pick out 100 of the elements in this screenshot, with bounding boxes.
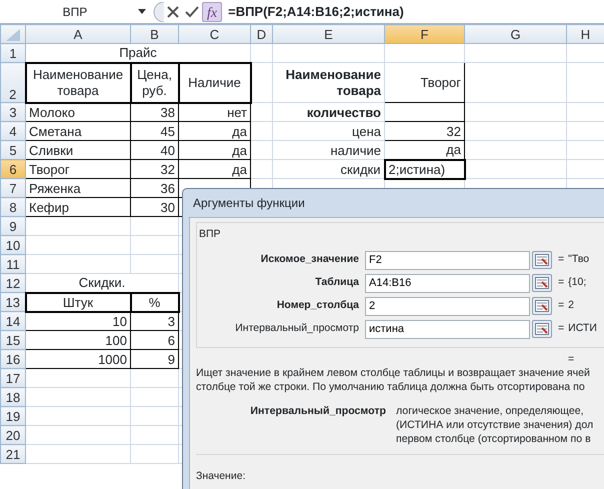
- cell-text: Кефир: [26, 198, 130, 216]
- row-header[interactable]: 14: [0, 312, 26, 330]
- row-header[interactable]: 6: [0, 160, 26, 178]
- argument-input[interactable]: истина: [365, 320, 530, 339]
- value-label: Значение:: [196, 468, 246, 484]
- corner-triangle-icon: [6, 29, 20, 42]
- cell-text: наличие: [272, 140, 384, 160]
- row-header[interactable]: 9: [0, 216, 26, 236]
- cell-range-icon: [535, 323, 549, 336]
- close-icon: [167, 6, 179, 18]
- collapse-dialog-button[interactable]: [532, 320, 552, 338]
- column-header[interactable]: F: [384, 24, 464, 44]
- cell-text: 45: [130, 122, 178, 140]
- formula-text: =ВПР(F2;A14:B16;2;истина): [227, 2, 404, 21]
- cell-text: Штук: [26, 292, 130, 312]
- cell-text: Молоко: [26, 102, 130, 122]
- dialog-title: Аргументы функции: [193, 195, 305, 212]
- cell-text: 2;истина): [384, 160, 464, 178]
- argument-label: Искомое_значение: [260, 252, 360, 268]
- cell-text: Творог: [384, 62, 464, 102]
- cell-text: 32: [384, 122, 464, 140]
- cell-range-icon: [535, 300, 549, 312]
- argument-input[interactable]: 2: [365, 296, 530, 316]
- argument-result: ИСТИ: [568, 321, 597, 336]
- function-description: Ищет значение в крайнем левом столбце таблицы и возвращает значение ячей столбце той же строки. По умолчанию таблица должна быть отсортирована по: [196, 366, 591, 394]
- row-header[interactable]: 21: [0, 444, 26, 464]
- name-box[interactable]: ВПР: [0, 0, 150, 22]
- row-header[interactable]: 16: [0, 350, 26, 368]
- column-header[interactable]: B: [130, 24, 178, 44]
- row-header[interactable]: 13: [0, 292, 26, 312]
- column-header[interactable]: H: [566, 24, 604, 44]
- argument-input[interactable]: A14:B16: [365, 274, 530, 293]
- checkmark-icon: [185, 6, 199, 18]
- cell-text: Цена, руб.: [130, 62, 178, 102]
- row-header[interactable]: 2: [0, 62, 26, 102]
- row-header[interactable]: 17: [0, 368, 26, 388]
- row-header[interactable]: 19: [0, 406, 26, 426]
- cell-text: 40: [130, 140, 178, 160]
- cell-text: да: [178, 122, 250, 140]
- cell-text: Наличие: [178, 62, 250, 102]
- dropdown-arrow-icon[interactable]: [138, 8, 146, 14]
- column-header[interactable]: D: [250, 24, 272, 44]
- argument-label: Номер_столбца: [276, 298, 360, 314]
- argument-result: 2: [568, 298, 574, 314]
- column-header[interactable]: C: [178, 24, 250, 44]
- equals-sign: =: [558, 275, 564, 290]
- cell-text: Сливки: [26, 140, 130, 160]
- cell-text: 36: [130, 178, 178, 198]
- cell-text: нет: [178, 102, 250, 122]
- insert-function-button[interactable]: fx: [202, 2, 222, 22]
- collapse-dialog-button[interactable]: [532, 251, 552, 270]
- row-header[interactable]: 5: [0, 140, 26, 160]
- row-header[interactable]: 11: [0, 254, 26, 274]
- cell-text: Наименование товара: [272, 62, 384, 102]
- row-header[interactable]: 12: [0, 274, 26, 292]
- equals-sign: =: [558, 252, 564, 268]
- argument-result: "Тво: [568, 252, 590, 268]
- collapse-dialog-button[interactable]: [532, 274, 552, 292]
- equals-sign: =: [568, 352, 574, 365]
- column-header[interactable]: G: [464, 24, 566, 44]
- row-header[interactable]: 3: [0, 102, 26, 122]
- cell-text: Творог: [26, 160, 130, 178]
- cell-text: 1000: [26, 350, 130, 368]
- argument-label: Таблица: [314, 275, 360, 290]
- cell-text: %: [130, 292, 178, 312]
- equals-sign: =: [558, 298, 564, 314]
- row-header[interactable]: 10: [0, 236, 26, 254]
- collapse-dialog-button[interactable]: [532, 297, 552, 316]
- column-header[interactable]: E: [272, 24, 384, 44]
- row-header[interactable]: 15: [0, 330, 26, 350]
- cell-text: 3: [130, 312, 178, 330]
- cell-text: цена: [272, 122, 384, 140]
- row-header[interactable]: 20: [0, 426, 26, 444]
- cell-text: 38: [130, 102, 178, 122]
- function-name: ВПР: [199, 227, 221, 242]
- cell-text: 100: [26, 330, 130, 350]
- row-header[interactable]: 1: [0, 44, 26, 62]
- row-header[interactable]: 4: [0, 122, 26, 140]
- cell-text: 30: [130, 198, 178, 216]
- cell-range-icon: [535, 277, 549, 290]
- row-header[interactable]: 7: [0, 178, 26, 198]
- argument-label: Интервальный_просмотр: [234, 321, 360, 336]
- argument-help-text: логическое значение, определяющее, (ИСТИНА или отсутствие значения) дол первом столбце (отсортированном по в: [396, 404, 594, 446]
- argument-input[interactable]: F2: [365, 250, 530, 270]
- cell-range-icon: [535, 254, 549, 266]
- cell-text: да: [178, 140, 250, 160]
- column-header[interactable]: A: [26, 24, 130, 44]
- cell-text: Ряженка: [26, 178, 130, 198]
- help-argument-name: Интервальный_просмотр: [249, 404, 387, 419]
- row-header[interactable]: 8: [0, 198, 26, 216]
- equals-sign: =: [558, 321, 564, 336]
- cell-text: 6: [130, 330, 178, 350]
- cell-text: Наименование товара: [26, 62, 130, 102]
- cell-text: 10: [26, 312, 130, 330]
- cell-text: да: [178, 160, 250, 178]
- cell-text: 9: [130, 350, 178, 368]
- cell-text: 32: [130, 160, 178, 178]
- cell-text: количество: [272, 102, 384, 122]
- row-header[interactable]: 18: [0, 388, 26, 406]
- argument-result: {10;: [568, 275, 586, 290]
